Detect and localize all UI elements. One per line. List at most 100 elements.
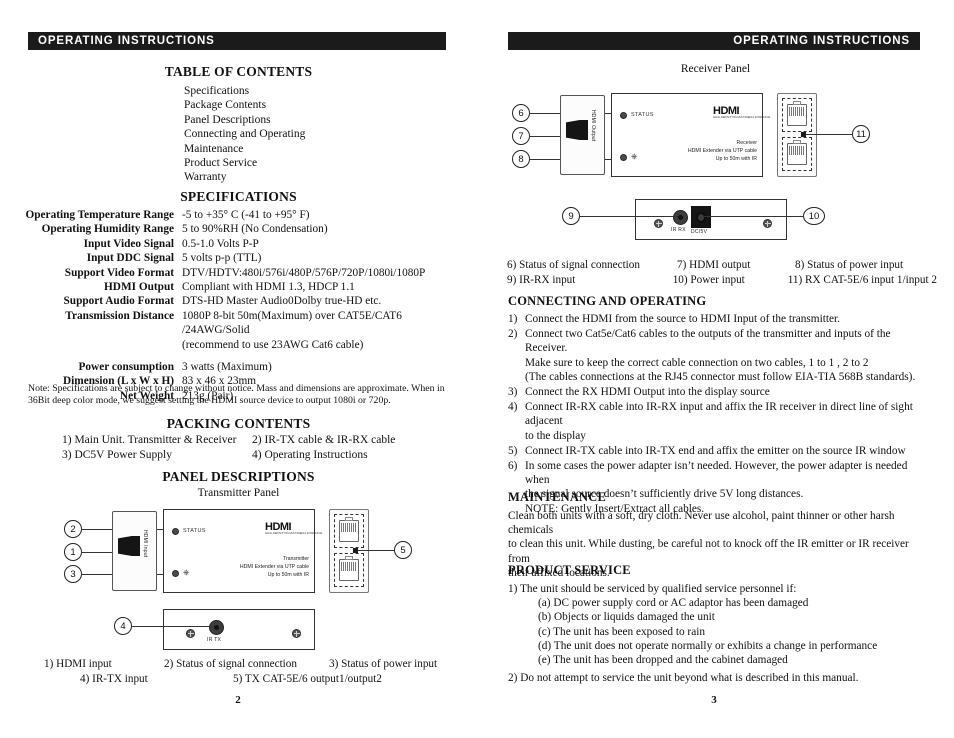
screw-icon xyxy=(186,629,195,638)
product-service-item-2: 2) Do not attempt to service the unit be… xyxy=(508,672,859,685)
page-number-right: 3 xyxy=(711,694,717,706)
dc-power-jack xyxy=(691,206,711,228)
hdmi-output-port-label: HDMI Output xyxy=(590,110,596,142)
spec-row: (recommend to use 23AWG Cat6 cable) xyxy=(22,338,452,352)
specifications-table: Operating Temperature Range -5 to +35° C… xyxy=(22,208,452,403)
transmitter-panel-subheading: Transmitter Panel xyxy=(197,487,280,499)
specifications-heading: SPECIFICATIONS xyxy=(180,189,297,204)
spec-row: HDMI Output Compliant with HDMI 1.3, HDC… xyxy=(22,280,452,294)
toc-item: Connecting and Operating xyxy=(184,128,306,141)
spec-key: Operating Temperature Range xyxy=(25,209,174,221)
unit-label-line-3: Up to 50m with IR xyxy=(715,156,757,162)
item-number: 5) xyxy=(508,444,518,457)
table-of-contents-list: Specifications Package Contents Panel De… xyxy=(184,84,305,185)
product-service-subitem: (b) Objects or liquids damaged the unit xyxy=(538,611,715,624)
receiver-legend-list: 6) Status of signal connection 7) HDMI o… xyxy=(507,258,937,287)
callout-marker-4: 4 xyxy=(114,617,132,635)
item-line: Connect two Cat5e/Cat6 cables to the out… xyxy=(525,328,891,355)
packing-contents-list: 1) Main Unit. Transmitter & Receiver 2) … xyxy=(62,433,442,463)
callout-marker-3: 3 xyxy=(64,565,82,583)
spec-value: 5 to 90%RH (No Condensation) xyxy=(182,223,328,236)
spec-row: Operating Temperature Range -5 to +35° C… xyxy=(22,208,452,222)
spec-value: 5 volts p-p (TTL) xyxy=(182,252,262,265)
spec-row: Support Audio Format DTS-HD Master Audio… xyxy=(22,294,452,308)
product-service-item-1: 1) The unit should be serviced by qualif… xyxy=(508,583,797,595)
connecting-heading: CONNECTING AND OPERATING xyxy=(508,294,707,308)
item-line: Connect IR-RX cable into IR-RX input and… xyxy=(525,401,913,428)
rj45-tab-2 xyxy=(793,140,801,144)
spec-row-spacer xyxy=(22,352,452,360)
page-header-bar-left: OPERATING INSTRUCTIONS xyxy=(28,32,446,50)
rj45-pins-2 xyxy=(341,562,356,571)
hdmi-input-connector xyxy=(118,536,140,556)
item-text: Connect IR-RX cable into IR-RX input and… xyxy=(525,400,920,443)
product-service-subitem: (d) The unit does not operate normally o… xyxy=(538,639,878,652)
screw-icon xyxy=(292,629,301,638)
header-title-left: OPERATING INSTRUCTIONS xyxy=(38,35,215,47)
rj45-pins-1 xyxy=(789,107,804,116)
unit-label-line-2: HDMI Extender via UTP cable xyxy=(239,564,309,570)
spec-value: DTS-HD Master Audio0Dolby true-HD etc. xyxy=(182,295,382,308)
callout-marker-7: 7 xyxy=(512,127,530,145)
spec-key: Input DDC Signal xyxy=(86,252,174,265)
table-of-contents-heading: TABLE OF CONTENTS xyxy=(164,64,313,79)
dc-power-label: DC/5V xyxy=(691,229,708,235)
spec-value: 0.5-1.0 Volts P-P xyxy=(182,237,259,250)
header-title-right: OPERATING INSTRUCTIONS xyxy=(733,35,910,47)
spec-key: Transmission Distance xyxy=(65,309,174,322)
spec-key: Input Video Signal xyxy=(83,237,174,250)
legend-item: 8) Status of power input xyxy=(795,259,904,271)
spec-row: Support Video Format DTV/HDTV:480i/576i/… xyxy=(22,266,452,280)
spec-value: 1080P 8-bit 50m(Maximum) over CAT5E/CAT6… xyxy=(182,309,402,337)
legend-item: 5) TX CAT-5E/6 output1/output2 xyxy=(233,672,382,685)
status-led-icon xyxy=(620,112,627,119)
connecting-item: 1) Connect the HDMI from the source to H… xyxy=(508,312,920,326)
status-led-icon xyxy=(172,528,179,535)
ir-rx-port-label: IR RX xyxy=(671,227,686,233)
transmitter-legend-list: 1) HDMI input 2) Status of signal connec… xyxy=(44,657,444,686)
packing-row: 1) Main Unit. Transmitter & Receiver 2) … xyxy=(62,433,442,448)
packing-item: 4) Operating Instructions xyxy=(252,449,368,461)
legend-item: 11) RX CAT-5E/6 input 1/input 2 xyxy=(787,273,937,286)
toc-item: Panel Descriptions xyxy=(184,113,271,126)
maintenance-line: Clean both units with a soft, dry cloth.… xyxy=(508,510,895,537)
toc-item: Package Contents xyxy=(184,99,267,112)
packing-item: 2) IR-TX cable & IR-RX cable xyxy=(252,434,396,446)
legend-item: 2) Status of signal connection xyxy=(164,658,297,670)
ir-tx-jack xyxy=(209,620,224,635)
spec-row: Power consumption 3 watts (Maximum) xyxy=(22,360,452,374)
callout-marker-1: 1 xyxy=(64,543,82,561)
item-line: In some cases the power adapter isn’t ne… xyxy=(525,460,908,487)
legend-item: 4) IR-TX input xyxy=(80,672,148,685)
rj45-tab-2 xyxy=(345,556,353,560)
callout-marker-6: 6 xyxy=(512,104,530,122)
spec-key: Support Video Format xyxy=(64,266,174,279)
maintenance-line: to clean this unit. While dusting, be ca… xyxy=(508,538,909,565)
callout-marker-9: 9 xyxy=(562,207,580,225)
legend-row: 6) Status of signal connection 7) HDMI o… xyxy=(507,258,937,273)
item-number: 3) xyxy=(508,386,518,399)
item-text: Connect two Cat5e/Cat6 cables to the out… xyxy=(525,327,920,384)
rj45-tab-1 xyxy=(793,101,801,105)
item-number: 6) xyxy=(508,460,518,473)
packing-contents-heading: PACKING CONTENTS xyxy=(166,416,311,431)
rj45-tab-1 xyxy=(345,517,353,521)
hdmi-input-port-label: HDMI Input xyxy=(142,530,148,558)
product-service-subitem: (c) The unit has been exposed to rain xyxy=(538,625,705,638)
connecting-item: 4) Connect IR-RX cable into IR-RX input … xyxy=(508,400,920,443)
power-led-icon xyxy=(172,570,179,577)
unit-label-line-1: Receiver xyxy=(736,140,757,146)
leader-line xyxy=(132,626,214,627)
page-left: OPERATING INSTRUCTIONS TABLE OF CONTENTS… xyxy=(0,0,477,738)
maintenance-heading: MAINTENANCE xyxy=(508,490,607,504)
item-number: 2) xyxy=(508,328,518,341)
product-service-subitem: (e) The unit has been dropped and the ca… xyxy=(538,654,788,667)
item-text: In some cases the power adapter isn’t ne… xyxy=(525,459,920,516)
callout-marker-8: 8 xyxy=(512,150,530,168)
specifications-note: Note: Specifications are subject to chan… xyxy=(28,383,445,407)
leader-line xyxy=(82,552,114,553)
spec-row: Input Video Signal 0.5-1.0 Volts P-P xyxy=(22,237,452,251)
ir-rx-jack xyxy=(673,210,688,225)
item-number: 4) xyxy=(508,401,518,414)
spec-value: -5 to +35° C (-41 to +95° F) xyxy=(182,209,310,221)
